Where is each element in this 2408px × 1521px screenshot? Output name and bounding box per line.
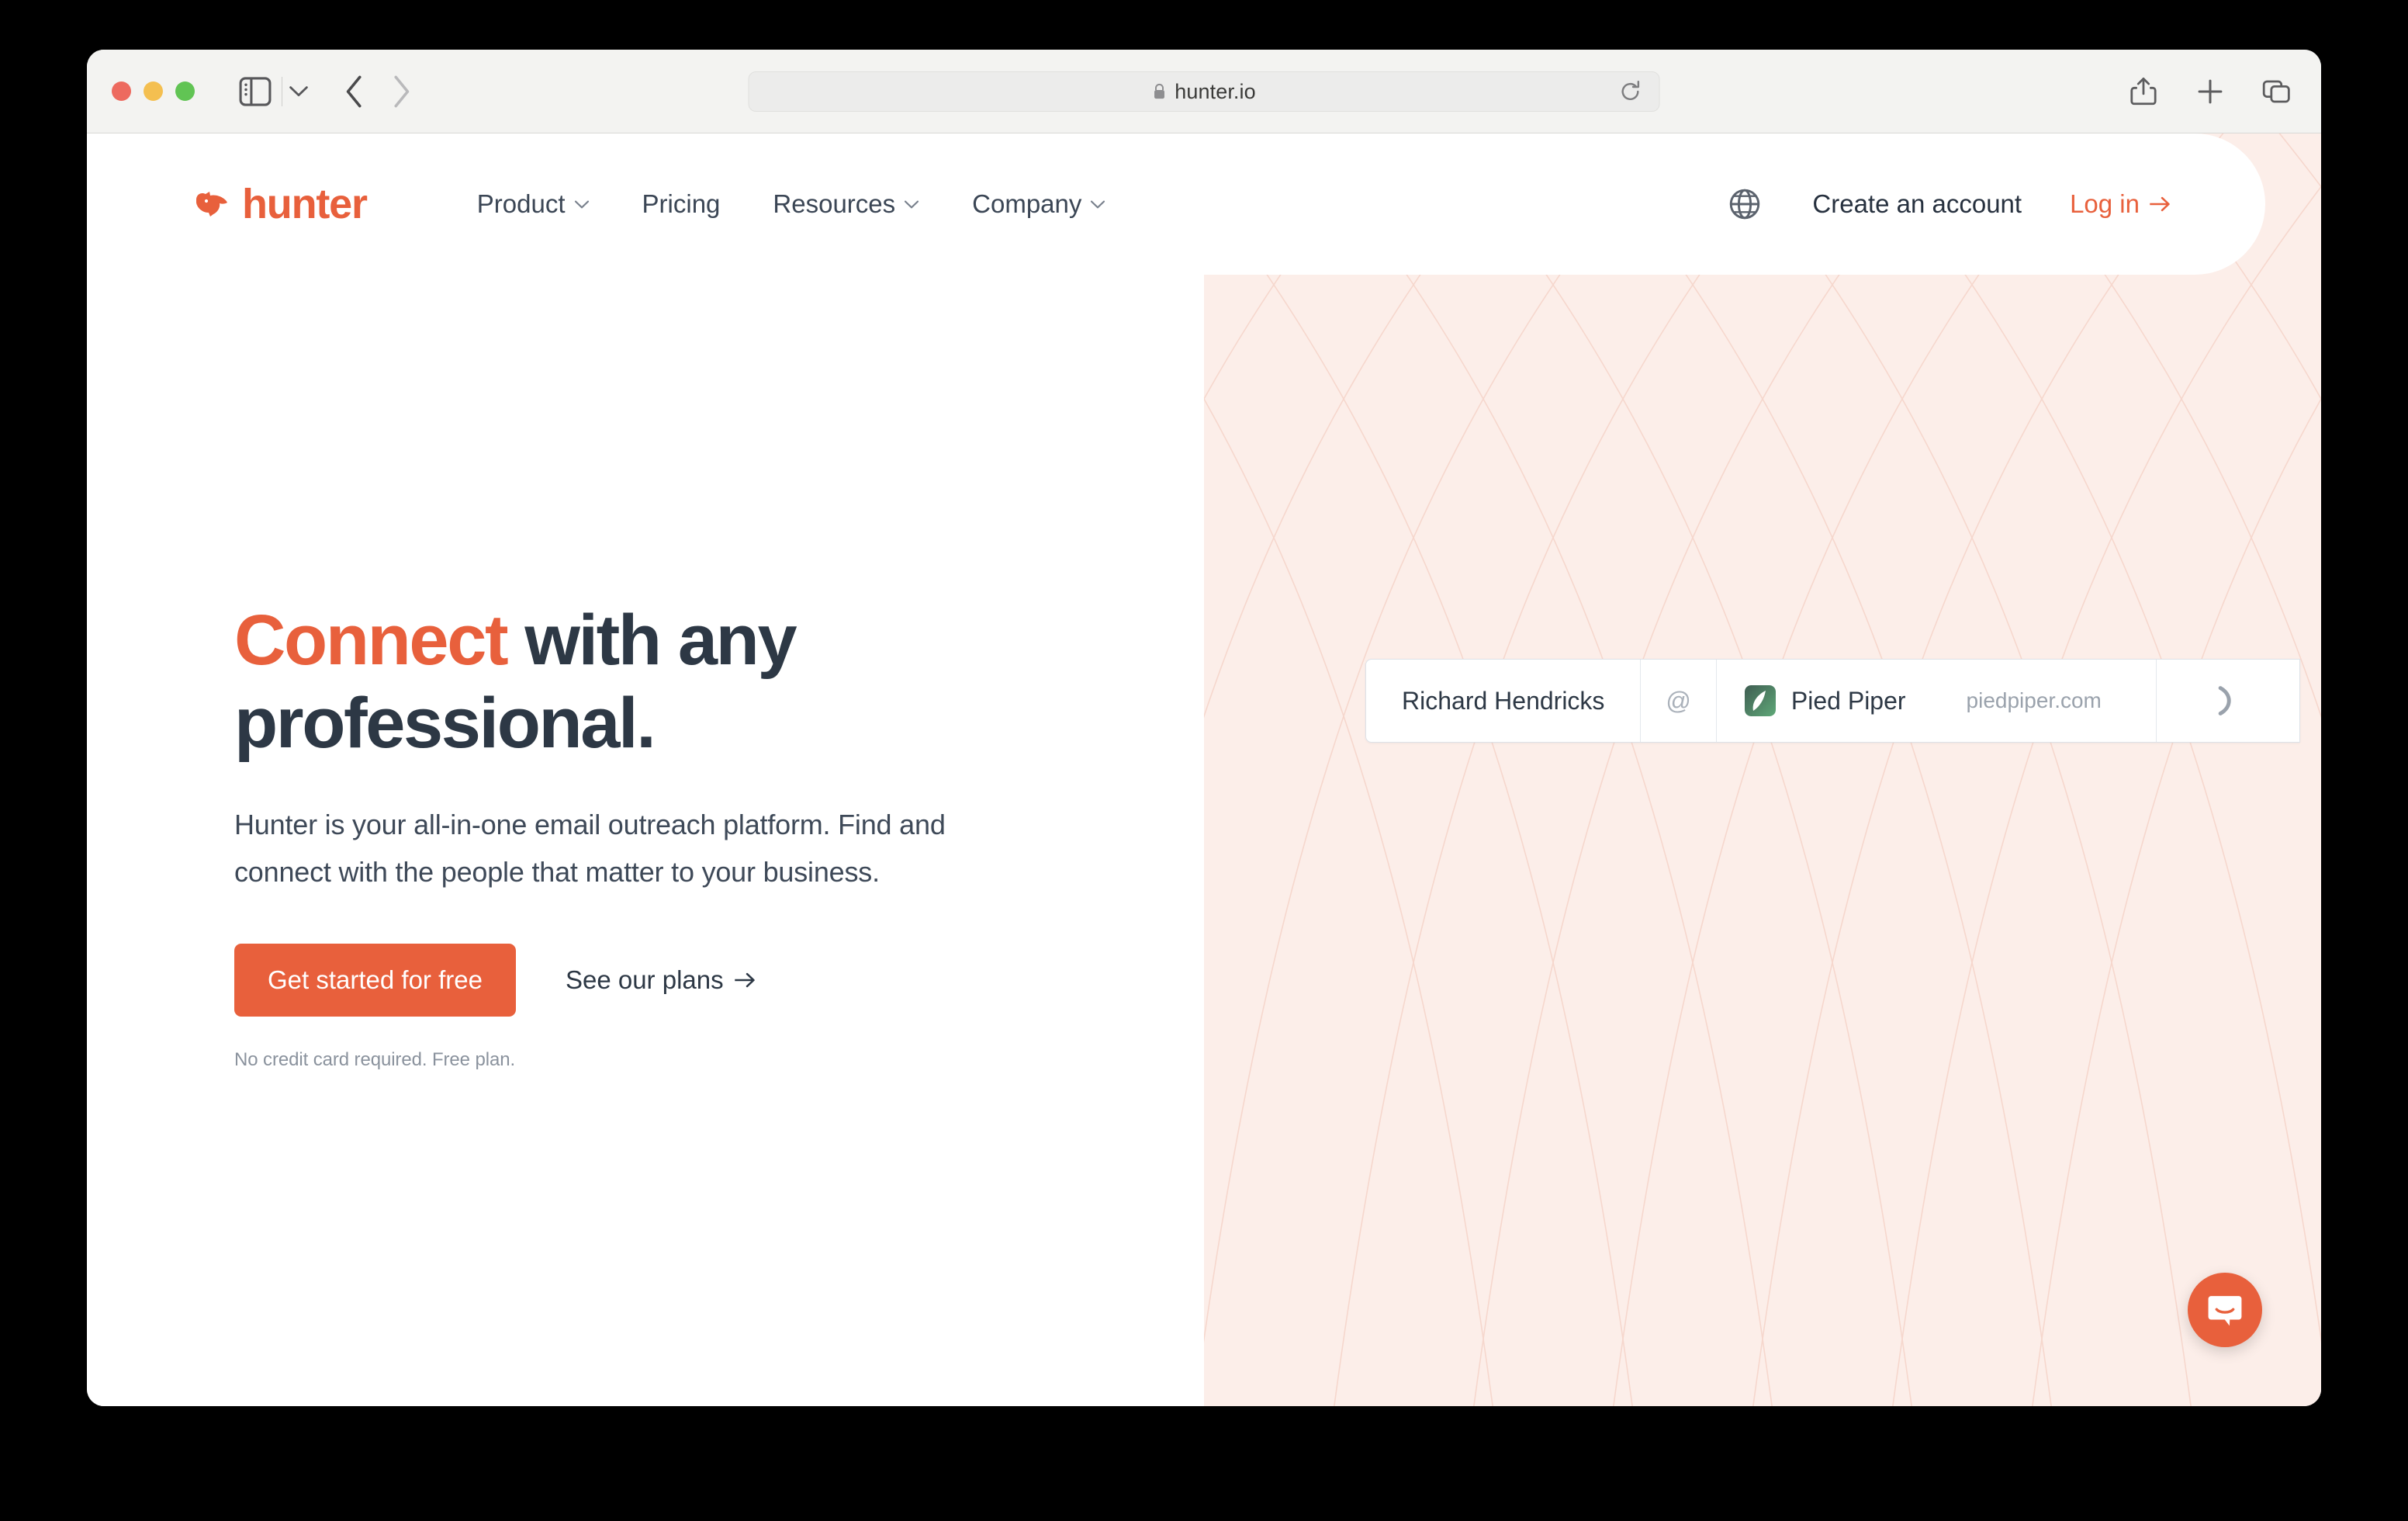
widget-name-field[interactable]: Richard Hendricks: [1366, 660, 1642, 742]
site-navigation-bar: hunter Product Pricing Resources Company…: [87, 133, 2265, 275]
widget-loading-cell: [2157, 660, 2299, 742]
hero-content: Connect with any professional. Hunter is…: [234, 599, 1103, 1071]
intercom-messenger-button[interactable]: [2188, 1273, 2262, 1347]
nav-item-product[interactable]: Product: [451, 189, 616, 219]
hero-subtext: Hunter is your all-in-one email outreach…: [234, 809, 946, 888]
sidebar-toggle-icon: [239, 76, 272, 106]
at-symbol-icon: @: [1666, 686, 1691, 715]
widget-person-name: Richard Hendricks: [1402, 686, 1605, 715]
arrow-right-icon: [2150, 196, 2170, 212]
reload-button[interactable]: [1619, 80, 1642, 103]
maximize-window-button[interactable]: [175, 81, 195, 101]
arrow-right-icon: [734, 972, 755, 987]
email-finder-widget: Richard Hendricks @ Pied Piper piedpiper…: [1365, 659, 2300, 743]
chevron-down-icon: [1091, 200, 1105, 208]
sidebar-toggle-button[interactable]: [238, 76, 272, 107]
chevron-down-icon: [905, 200, 919, 208]
hero-background-panel: [1204, 133, 2321, 1406]
forward-button[interactable]: [388, 74, 414, 109]
intercom-messenger-icon: [2208, 1296, 2242, 1326]
see-our-plans-link[interactable]: See our plans: [566, 965, 756, 995]
navigation-arrows: [341, 74, 414, 109]
tab-overview-icon[interactable]: [2262, 77, 2292, 106]
sidebar-dropdown-button[interactable]: [287, 81, 309, 102]
nav-item-pricing-label: Pricing: [642, 189, 721, 218]
page-viewport: hunter Product Pricing Resources Company…: [87, 133, 2321, 1406]
browser-window: hunter.io hunter Product Pricing Resourc…: [87, 50, 2321, 1406]
nav-item-resources[interactable]: Resources: [746, 189, 946, 219]
minimize-window-button[interactable]: [144, 81, 163, 101]
nav-item-resources-label: Resources: [773, 189, 896, 218]
hero-cta-row: Get started for free See our plans: [234, 943, 1103, 1017]
url-text: hunter.io: [1175, 79, 1256, 103]
chevron-down-icon: [574, 200, 589, 208]
widget-at-separator: @: [1641, 660, 1717, 742]
window-traffic-lights: [112, 81, 195, 101]
widget-company-field[interactable]: Pied Piper piedpiper.com: [1717, 660, 2157, 742]
hero-line-pattern: [1204, 133, 2321, 1406]
address-bar-content: hunter.io: [1152, 79, 1256, 104]
chevron-right-icon: [394, 75, 410, 107]
login-label: Log in: [2070, 189, 2140, 218]
chevron-down-icon: [289, 85, 308, 96]
login-link[interactable]: Log in: [2070, 189, 2171, 219]
chevron-left-icon: [346, 75, 362, 107]
globe-icon[interactable]: [1728, 188, 1761, 220]
page-headline: Connect with any professional.: [234, 599, 1103, 764]
nav-item-pricing[interactable]: Pricing: [616, 189, 747, 219]
nav-item-company[interactable]: Company: [946, 189, 1132, 219]
share-icon[interactable]: [2129, 77, 2158, 106]
create-account-link[interactable]: Create an account: [1812, 189, 2022, 219]
browser-toolbar: hunter.io: [87, 50, 2321, 133]
nav-item-product-label: Product: [476, 189, 566, 218]
plus-icon[interactable]: [2195, 77, 2225, 106]
back-button[interactable]: [341, 74, 368, 109]
nav-right-actions: Create an account Log in: [1728, 188, 2171, 220]
loading-spinner-icon: [2218, 686, 2231, 715]
toolbar-right-actions: [2129, 77, 2292, 106]
hunter-logo[interactable]: hunter: [194, 181, 368, 227]
widget-company-name: Pied Piper: [1790, 686, 1906, 715]
sidebar-controls: [238, 76, 309, 107]
widget-company-domain: piedpiper.com: [1966, 688, 2102, 712]
primary-nav-links: Product Pricing Resources Company: [451, 189, 1133, 219]
pied-piper-leaf-icon: [1744, 685, 1776, 716]
hunter-logo-text: hunter: [242, 181, 368, 227]
nav-item-company-label: Company: [972, 189, 1082, 218]
get-started-button[interactable]: Get started for free: [234, 943, 516, 1017]
hunter-fox-logo-icon: [196, 192, 227, 217]
cta-note: No credit card required. Free plan.: [234, 1048, 516, 1070]
headline-accent-word: Connect: [234, 601, 509, 680]
lock-icon: [1154, 83, 1164, 99]
close-window-button[interactable]: [112, 81, 131, 101]
address-bar[interactable]: hunter.io: [748, 71, 1660, 112]
see-our-plans-label: See our plans: [565, 965, 724, 994]
